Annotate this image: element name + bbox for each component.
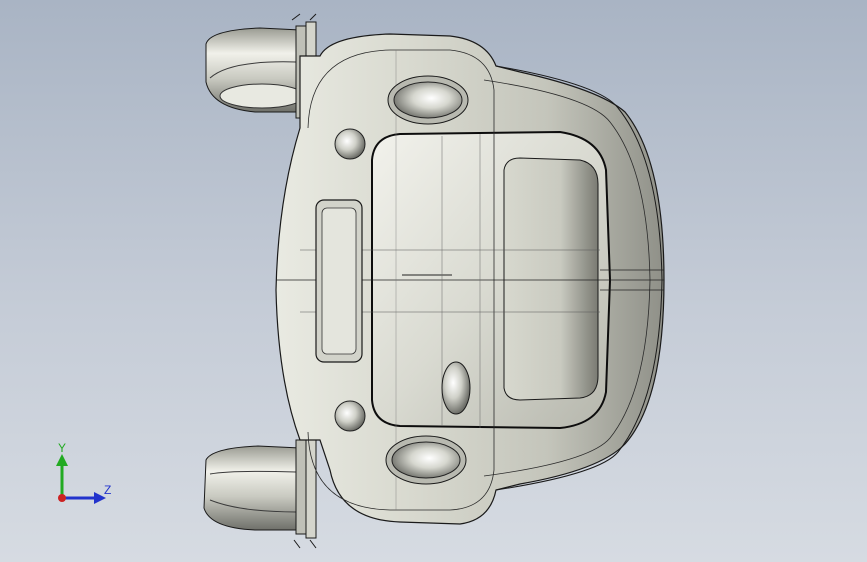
car-model[interactable] bbox=[0, 0, 867, 562]
upper-headlight bbox=[387, 75, 469, 125]
z-axis-label: Z bbox=[104, 483, 111, 497]
upper-knob bbox=[334, 128, 366, 160]
lower-knob bbox=[334, 400, 366, 432]
lower-wheel bbox=[203, 435, 317, 549]
side-oval bbox=[441, 361, 471, 415]
y-arrow-icon bbox=[56, 454, 68, 466]
lower-headlight bbox=[385, 435, 467, 485]
graphics-viewport[interactable]: Y Z bbox=[0, 0, 867, 562]
x-axis-dot-icon bbox=[58, 494, 66, 502]
y-axis-label: Y bbox=[58, 441, 66, 455]
front-grille bbox=[315, 199, 363, 363]
coordinate-triad: Y Z bbox=[56, 441, 111, 504]
